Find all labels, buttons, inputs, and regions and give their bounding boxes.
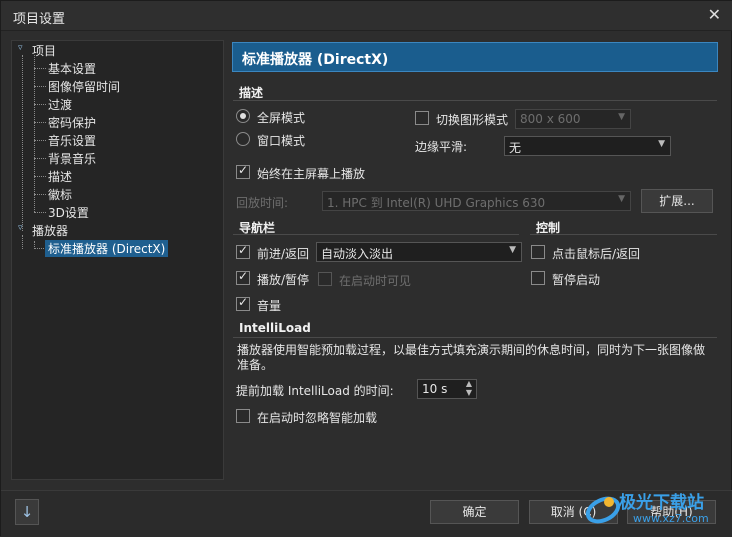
- preload-time-stepper[interactable]: 10 s ▲ ▼: [417, 379, 477, 399]
- play-pause-checkbox[interactable]: [236, 269, 250, 285]
- edge-smooth-value: 无: [509, 141, 522, 155]
- chevron-down-icon: ▼: [658, 139, 665, 149]
- chevron-up-icon[interactable]: ▲: [466, 379, 472, 388]
- section-divider: [233, 337, 717, 338]
- visible-on-start-label: 在启动时可见: [339, 274, 412, 288]
- playback-value: 1. HPC 到 Intel(R) UHD Graphics 630: [327, 196, 546, 210]
- ignore-intelliload-label: 在启动时忽略智能加载: [257, 411, 378, 425]
- tree-item-background-music[interactable]: 背景音乐: [48, 150, 96, 167]
- forward-back-label: 前进/返回: [257, 247, 310, 261]
- resolution-value: 800 x 600: [520, 112, 581, 126]
- arrow-down-icon[interactable]: ↓: [15, 499, 39, 525]
- fullscreen-label: 全屏模式: [257, 111, 306, 125]
- section-intelliload-title: IntelliLoad: [239, 321, 311, 335]
- close-icon[interactable]: ✕: [708, 6, 721, 24]
- preload-time-value: 10 s: [422, 382, 448, 396]
- window-title: 项目设置: [13, 12, 66, 27]
- playback-select[interactable]: 1. HPC 到 Intel(R) UHD Graphics 630 ▼: [322, 191, 631, 211]
- watermark-url: www.xz7.com: [633, 512, 709, 525]
- tree-item-3d-settings[interactable]: 3D设置: [48, 204, 89, 221]
- tree-item-music-settings[interactable]: 音乐设置: [48, 132, 96, 149]
- expand-button[interactable]: 扩展...: [641, 189, 713, 213]
- tree-item-logo[interactable]: 徽标: [48, 186, 72, 203]
- chevron-down-icon: ▼: [509, 245, 516, 255]
- click-mouse-label: 点击鼠标后/返回: [552, 247, 641, 261]
- windowed-radio[interactable]: [236, 132, 250, 146]
- click-mouse-checkbox[interactable]: [531, 245, 545, 259]
- section-divider: [233, 234, 519, 235]
- tree-item-basic[interactable]: 基本设置: [48, 60, 96, 77]
- chevron-down-icon: ▼: [618, 194, 625, 204]
- edge-smooth-select[interactable]: 无 ▼: [504, 136, 671, 156]
- panel-header: 标准播放器 (DirectX): [232, 42, 718, 72]
- watermark-swirl-icon: [585, 496, 621, 524]
- play-pause-label: 播放/暂停: [257, 273, 310, 287]
- pause-start-checkbox[interactable]: [531, 271, 545, 285]
- playback-label: 回放时间:: [236, 196, 289, 210]
- section-divider: [233, 100, 717, 101]
- forward-back-checkbox[interactable]: [236, 243, 250, 259]
- tree-item-image-duration[interactable]: 图像停留时间: [48, 78, 120, 95]
- resolution-select[interactable]: 800 x 600 ▼: [515, 109, 631, 129]
- pause-start-label: 暂停启动: [552, 273, 601, 287]
- volume-label: 音量: [257, 299, 282, 313]
- section-describe-title: 描述: [239, 86, 264, 100]
- ok-button[interactable]: 确定: [430, 500, 519, 524]
- main-screen-checkbox[interactable]: [236, 163, 250, 179]
- watermark-logo: 极光下载站 www.xz7.com: [581, 484, 731, 534]
- tree-item-transition[interactable]: 过渡: [48, 96, 72, 113]
- fullscreen-radio[interactable]: [236, 109, 250, 123]
- switch-graphics-mode-checkbox[interactable]: [415, 111, 429, 125]
- volume-checkbox[interactable]: [236, 295, 250, 311]
- title-bar: 项目设置 ✕: [1, 1, 732, 31]
- switch-graphics-mode-label: 切换图形模式: [436, 113, 509, 127]
- tree-item-description[interactable]: 描述: [48, 168, 72, 185]
- forward-back-value: 自动淡入淡出: [321, 247, 394, 261]
- visible-on-start-checkbox[interactable]: [318, 272, 332, 286]
- chevron-down-icon[interactable]: ▼: [466, 388, 472, 397]
- main-screen-label: 始终在主屏幕上播放: [257, 167, 366, 181]
- settings-tree: ▿ 项目 基本设置 图像停留时间 过渡 密码保护 音乐设置 背景音乐 描述 徽标…: [11, 40, 224, 480]
- watermark-text: 极光下载站: [619, 493, 704, 513]
- tree-root-player[interactable]: 播放器: [32, 222, 68, 239]
- tree-item-password[interactable]: 密码保护: [48, 114, 96, 131]
- ignore-intelliload-checkbox[interactable]: [236, 409, 250, 423]
- windowed-label: 窗口模式: [257, 134, 306, 148]
- forward-back-select[interactable]: 自动淡入淡出 ▼: [316, 242, 522, 262]
- edge-smooth-label: 边缘平滑:: [415, 140, 468, 154]
- project-settings-window: 项目设置 ✕ ▿ 项目 基本设置 图像停留时间 过渡 密码保护 音乐设置 背景音…: [0, 0, 732, 537]
- section-divider: [530, 234, 717, 235]
- intelliload-description: 播放器使用智能预加载过程，以最佳方式填充演示期间的休息时间，同时为下一张图像做准…: [237, 343, 706, 372]
- panel-title: 标准播放器 (DirectX): [242, 52, 389, 68]
- tree-item-standard-player[interactable]: 标准播放器 (DirectX): [45, 240, 169, 257]
- tree-root-project[interactable]: 项目: [32, 42, 56, 59]
- chevron-down-icon: ▼: [618, 112, 625, 122]
- preload-time-label: 提前加载 IntelliLoad 的时间:: [236, 384, 394, 398]
